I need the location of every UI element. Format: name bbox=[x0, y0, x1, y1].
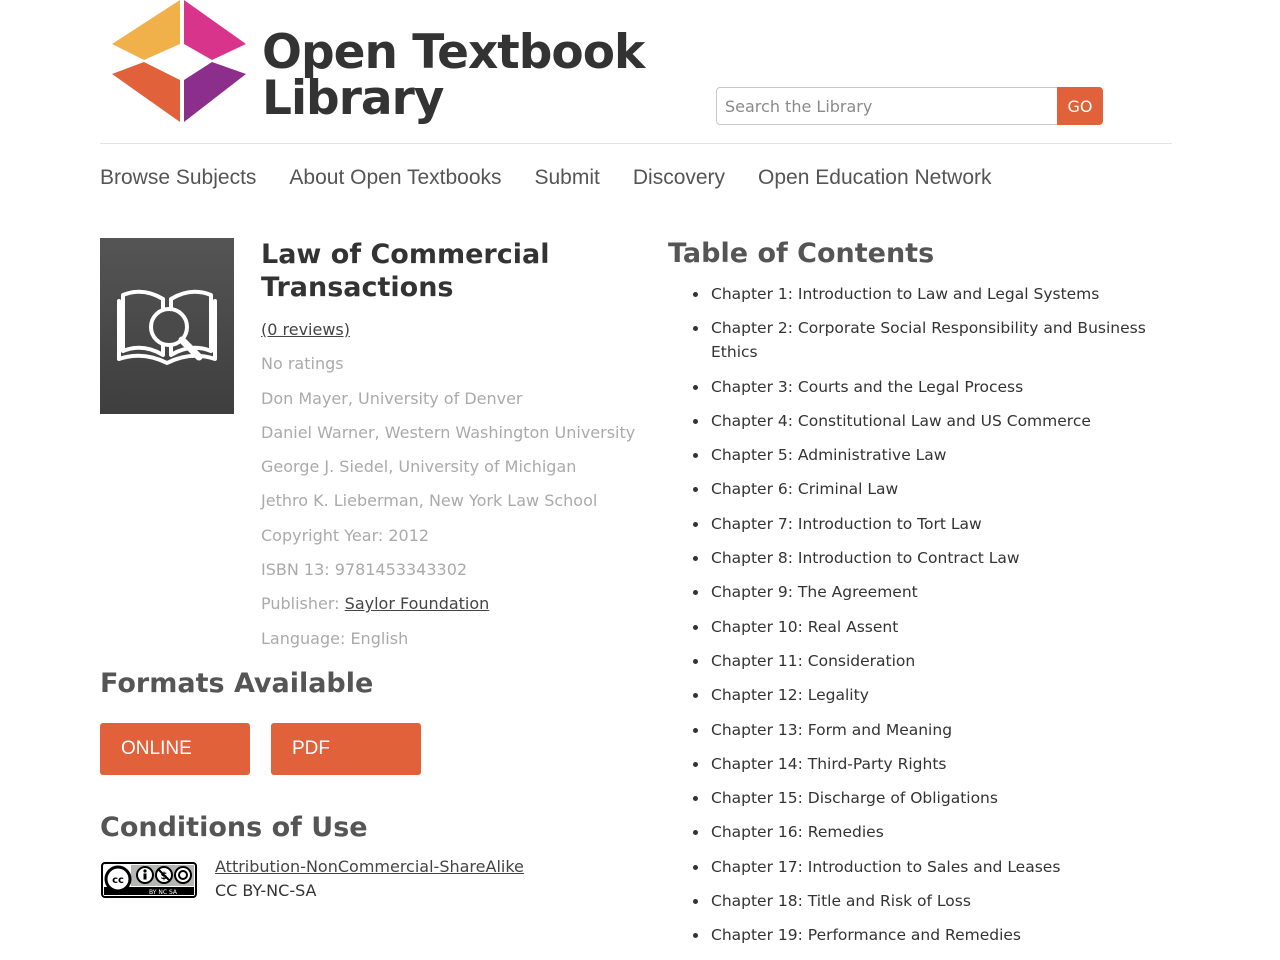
formats-title: Formats Available bbox=[100, 668, 374, 699]
publisher-line: Publisher: Saylor Foundation bbox=[261, 594, 641, 628]
toc-item-chapter-7[interactable]: Chapter 7: Introduction to Tort Law bbox=[693, 512, 1161, 536]
brand-title[interactable]: Open Textbook Library bbox=[262, 25, 645, 126]
search-input[interactable] bbox=[716, 87, 1057, 125]
nav-browse-subjects[interactable]: Browse Subjects bbox=[100, 166, 256, 190]
publisher-label: Publisher: bbox=[261, 594, 345, 614]
toc-item-chapter-4[interactable]: Chapter 4: Constitutional Law and US Com… bbox=[693, 409, 1161, 433]
license-code: CC BY-NC-SA bbox=[215, 881, 317, 900]
author-2: Daniel Warner, Western Washington Univer… bbox=[261, 422, 636, 442]
isbn: ISBN 13: 9781453343302 bbox=[261, 560, 468, 580]
nav-submit[interactable]: Submit bbox=[535, 166, 600, 190]
book-cover bbox=[100, 238, 234, 414]
author-4: Jethro K. Lieberman, New York Law School bbox=[261, 491, 598, 511]
author-3: George J. Siedel, University of Michigan bbox=[261, 457, 577, 477]
toc-item-chapter-6[interactable]: Chapter 6: Criminal Law bbox=[693, 477, 1161, 501]
toc-item-chapter-11[interactable]: Chapter 11: Consideration bbox=[693, 649, 1161, 673]
toc-item-chapter-8[interactable]: Chapter 8: Introduction to Contract Law bbox=[693, 546, 1161, 570]
book-title: Law of Commercial Transactions bbox=[261, 239, 550, 303]
language: Language: English bbox=[261, 628, 409, 648]
reviews-line: (0 reviews) bbox=[261, 320, 641, 354]
search-go-button[interactable]: GO bbox=[1057, 87, 1103, 125]
ratings-text: No ratings bbox=[261, 354, 344, 374]
svg-text:cc: cc bbox=[112, 875, 124, 886]
toc-item-chapter-19[interactable]: Chapter 19: Performance and Remedies bbox=[693, 923, 1161, 947]
toc-item-chapter-14[interactable]: Chapter 14: Third-Party Rights bbox=[693, 752, 1161, 776]
brand-line-2: Library bbox=[262, 71, 444, 126]
toc-item-chapter-2[interactable]: Chapter 2: Corporate Social Responsibili… bbox=[693, 316, 1161, 364]
toc-item-chapter-9[interactable]: Chapter 9: The Agreement bbox=[693, 580, 1161, 604]
copyright-year: Copyright Year: 2012 bbox=[261, 525, 430, 545]
toc-item-chapter-15[interactable]: Chapter 15: Discharge of Obligations bbox=[693, 786, 1161, 810]
toc-list: Chapter 1: Introduction to Law and Legal… bbox=[693, 282, 1161, 958]
publisher-link[interactable]: Saylor Foundation bbox=[345, 594, 490, 613]
brand-line-1: Open Textbook bbox=[262, 25, 645, 80]
toc-item-chapter-10[interactable]: Chapter 10: Real Assent bbox=[693, 615, 1161, 639]
open-textbook-library-logo-icon[interactable] bbox=[108, 0, 248, 122]
book-search-icon bbox=[117, 289, 217, 365]
main-nav: Browse Subjects About Open Textbooks Sub… bbox=[100, 166, 992, 190]
pdf-format-button[interactable]: PDF bbox=[271, 723, 421, 775]
toc-item-chapter-17[interactable]: Chapter 17: Introduction to Sales and Le… bbox=[693, 855, 1161, 879]
toc-item-chapter-1[interactable]: Chapter 1: Introduction to Law and Legal… bbox=[693, 282, 1161, 306]
reviews-link[interactable]: (0 reviews) bbox=[261, 320, 350, 339]
cc-license-badge-icon[interactable]: cc $ BY NC SA bbox=[101, 862, 197, 898]
book-info: Law of Commercial Transactions (0 review… bbox=[261, 238, 641, 663]
header-divider bbox=[100, 143, 1172, 144]
toc-item-chapter-12[interactable]: Chapter 12: Legality bbox=[693, 683, 1161, 707]
author-1: Don Mayer, University of Denver bbox=[261, 388, 523, 408]
conditions-title: Conditions of Use bbox=[100, 812, 368, 843]
nav-open-education-network[interactable]: Open Education Network bbox=[758, 166, 991, 190]
cc-badge-text: BY NC SA bbox=[149, 889, 178, 896]
toc-item-chapter-18[interactable]: Chapter 18: Title and Risk of Loss bbox=[693, 889, 1161, 913]
online-format-button[interactable]: ONLINE bbox=[100, 723, 250, 775]
search-form: GO bbox=[716, 87, 1103, 125]
toc-title: Table of Contents bbox=[668, 238, 935, 269]
nav-discovery[interactable]: Discovery bbox=[633, 166, 725, 190]
nav-about-open-textbooks[interactable]: About Open Textbooks bbox=[289, 166, 501, 190]
license-link[interactable]: Attribution-NonCommercial-ShareAlike bbox=[215, 857, 524, 876]
toc-item-chapter-13[interactable]: Chapter 13: Form and Meaning bbox=[693, 718, 1161, 742]
toc-item-chapter-5[interactable]: Chapter 5: Administrative Law bbox=[693, 443, 1161, 467]
toc-item-chapter-3[interactable]: Chapter 3: Courts and the Legal Process bbox=[693, 375, 1161, 399]
toc-item-chapter-16[interactable]: Chapter 16: Remedies bbox=[693, 820, 1161, 844]
